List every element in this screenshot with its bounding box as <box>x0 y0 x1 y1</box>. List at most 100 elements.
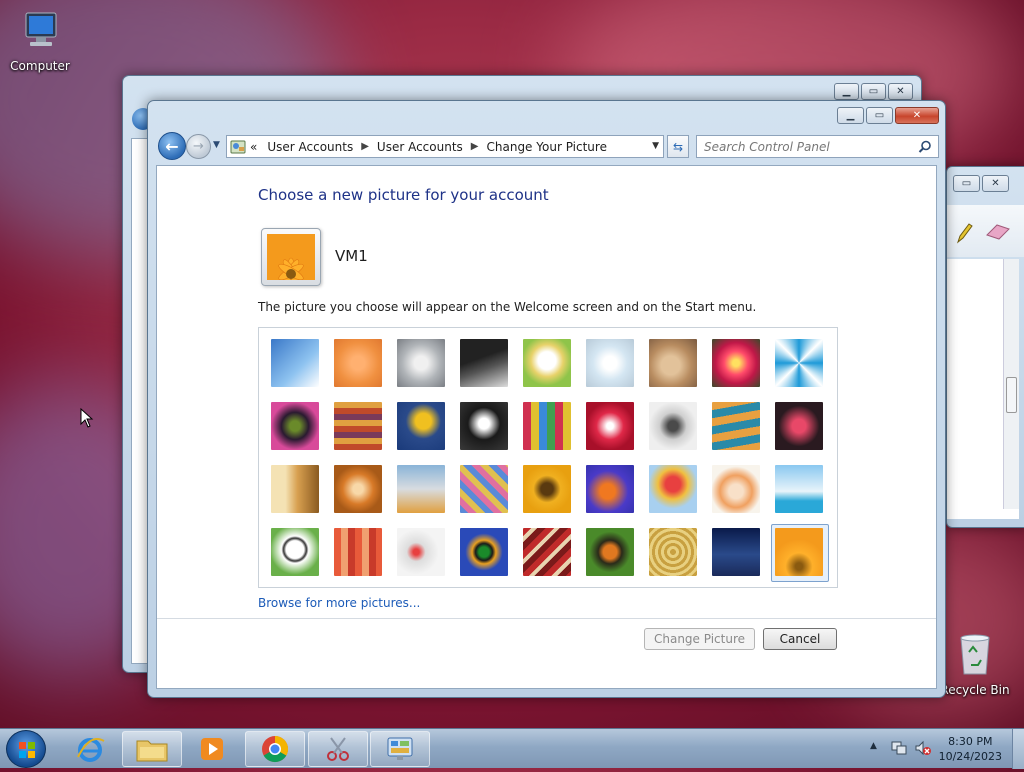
picture-option-dog[interactable] <box>460 402 508 450</box>
control-panel-icon <box>230 140 246 153</box>
picture-option-origami-crane[interactable] <box>775 402 823 450</box>
picture-option-paper-star[interactable] <box>586 402 634 450</box>
change-picture-button[interactable]: Change Picture <box>644 628 755 650</box>
search-input[interactable]: Search Control Panel <box>696 135 939 158</box>
picture-option-turntable[interactable] <box>460 339 508 387</box>
picture-option-roller-coaster[interactable] <box>271 339 319 387</box>
picture-option-lucky-cat[interactable] <box>523 339 571 387</box>
picture-option-pinwheel[interactable] <box>775 339 823 387</box>
recycle-bin-icon <box>935 630 1015 679</box>
picture-option-fish[interactable] <box>586 465 634 513</box>
picture-option-balloon[interactable] <box>649 465 697 513</box>
breadcrumb-user-accounts[interactable]: User Accounts <box>267 140 353 154</box>
search-placeholder: Search Control Panel <box>704 139 830 154</box>
picture-option-tin-robot[interactable] <box>397 465 445 513</box>
volume-muted-icon[interactable] <box>914 739 932 760</box>
picture-option-basket[interactable] <box>649 528 697 576</box>
start-orb-icon[interactable] <box>6 730 46 768</box>
picture-grid <box>258 327 838 588</box>
media-player-icon[interactable] <box>182 731 242 767</box>
minimize-icon[interactable]: ▁ <box>837 107 864 124</box>
picture-option-carpet[interactable] <box>523 528 571 576</box>
clock-date: 10/24/2023 <box>938 750 1002 763</box>
change-picture-window[interactable]: ▁ ▭ ✕ ← → ▼ « User Accounts ▶ User Accou… <box>147 100 946 698</box>
file-explorer-icon[interactable] <box>122 731 182 767</box>
picture-option-robot-toy[interactable] <box>397 339 445 387</box>
eraser-icon[interactable] <box>985 223 1011 244</box>
clock-time: 8:30 PM <box>948 735 993 748</box>
browse-more-pictures-link[interactable]: Browse for more pictures... <box>258 596 420 610</box>
picture-option-sailboat[interactable] <box>775 465 823 513</box>
picture-option-kitten[interactable] <box>649 339 697 387</box>
picture-option-ball[interactable] <box>271 402 319 450</box>
picture-option-stairs[interactable] <box>712 402 760 450</box>
close-icon[interactable]: ✕ <box>982 175 1009 192</box>
pencil-icon[interactable] <box>955 221 973 248</box>
search-icon[interactable] <box>918 140 932 154</box>
breadcrumb-separator-icon[interactable]: ▶ <box>471 141 479 152</box>
picture-option-guitar[interactable] <box>271 465 319 513</box>
scrollbar-thumb[interactable] <box>1006 377 1017 413</box>
address-dropdown-icon[interactable]: ▼ <box>652 141 659 151</box>
picture-option-puppy[interactable] <box>334 465 382 513</box>
desktop-icon-recycle-bin[interactable]: Recycle Bin <box>935 630 1015 697</box>
picture-option-sunflower[interactable] <box>523 465 571 513</box>
background-paint-window[interactable]: ▭ ✕ <box>946 166 1024 528</box>
desktop-icon-label: Computer <box>10 59 70 73</box>
control-panel-icon[interactable] <box>370 731 430 767</box>
breadcrumb-change-your-picture[interactable]: Change Your Picture <box>487 140 607 154</box>
snipping-tool-icon[interactable] <box>308 731 368 767</box>
picture-option-textile[interactable] <box>334 528 382 576</box>
network-icon[interactable] <box>890 739 908 760</box>
content-pane: Choose a new picture for your account VM… <box>156 165 937 689</box>
account-name: VM1 <box>335 247 368 265</box>
breadcrumb-user-accounts-2[interactable]: User Accounts <box>377 140 463 154</box>
picture-option-crayons[interactable] <box>523 402 571 450</box>
picture-option-ginkgo-leaf[interactable] <box>397 402 445 450</box>
picture-option-lighthouse[interactable] <box>712 528 760 576</box>
close-icon[interactable]: ✕ <box>888 83 913 100</box>
picture-option-butterfly[interactable] <box>586 528 634 576</box>
picture-option-window[interactable] <box>460 528 508 576</box>
picture-description: The picture you choose will appear on th… <box>258 300 757 314</box>
picture-option-pink-flower[interactable] <box>712 339 760 387</box>
close-icon[interactable]: ✕ <box>895 107 939 124</box>
maximize-icon[interactable]: ▭ <box>861 83 886 100</box>
maximize-icon[interactable]: ▭ <box>866 107 893 124</box>
root-chevron[interactable]: « <box>250 140 257 154</box>
maximize-icon[interactable]: ▭ <box>953 175 980 192</box>
internet-explorer-icon[interactable] <box>60 731 120 767</box>
divider <box>157 618 936 619</box>
ribbon <box>947 205 1024 257</box>
desktop-icon-label: Recycle Bin <box>940 683 1010 697</box>
address-bar[interactable]: « User Accounts ▶ User Accounts ▶ Change… <box>226 135 664 158</box>
picture-option-soccer-ball[interactable] <box>271 528 319 576</box>
minimize-icon[interactable]: ▁ <box>834 83 859 100</box>
vertical-scrollbar[interactable] <box>1003 259 1019 509</box>
picture-option-scarf[interactable] <box>460 465 508 513</box>
recent-pages-dropdown-icon[interactable]: ▼ <box>213 140 220 150</box>
computer-icon <box>0 8 80 55</box>
mouse-cursor-icon <box>80 407 94 431</box>
picture-option-starfish[interactable] <box>334 339 382 387</box>
refresh-icon[interactable]: ⇆ <box>667 135 689 158</box>
back-arrow-icon[interactable]: ← <box>158 132 186 160</box>
picture-option-orange-flower[interactable] <box>775 528 823 576</box>
picture-option-marbles[interactable] <box>397 528 445 576</box>
picture-option-fabric[interactable] <box>334 402 382 450</box>
page-title: Choose a new picture for your account <box>258 186 549 204</box>
forward-arrow-icon[interactable]: → <box>186 134 211 159</box>
chrome-icon[interactable] <box>245 731 305 767</box>
cancel-button[interactable]: Cancel <box>763 628 837 650</box>
orange-flower-icon <box>267 234 315 287</box>
picture-option-doll[interactable] <box>712 465 760 513</box>
navigation-bar: ← → ▼ « User Accounts ▶ User Accounts ▶ … <box>156 131 939 161</box>
picture-option-gyroscope[interactable] <box>586 339 634 387</box>
picture-option-jacks[interactable] <box>649 402 697 450</box>
show-hidden-icons-icon[interactable]: ▲ <box>870 741 877 751</box>
show-desktop-button[interactable] <box>1012 729 1024 769</box>
breadcrumb-separator-icon[interactable]: ▶ <box>361 141 369 152</box>
clock[interactable]: 8:30 PM 10/24/2023 <box>939 734 1002 764</box>
taskbar: ▲ 8:30 PM 10/24/2023 <box>0 728 1024 769</box>
desktop-icon-computer[interactable]: Computer <box>0 8 80 73</box>
